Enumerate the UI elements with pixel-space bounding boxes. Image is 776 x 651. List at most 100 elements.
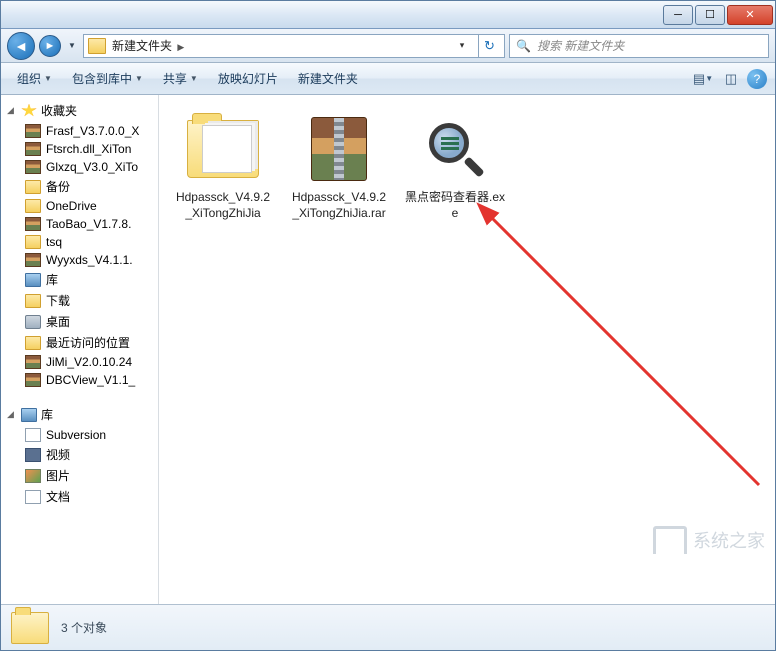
library-icon — [21, 408, 37, 422]
sidebar-item-label: 库 — [46, 271, 58, 288]
folder-icon — [25, 199, 41, 213]
lib-icon — [25, 273, 41, 287]
doc-icon — [25, 428, 41, 442]
folder-icon — [187, 120, 259, 178]
forward-button[interactable]: ► — [39, 35, 61, 57]
explorer-window: ─ ☐ ✕ ◄ ► ▼ 新建文件夹 ▶ ▾ ↻ 🔍 搜索 新建文件夹 组织 ▼ … — [0, 0, 776, 651]
view-options-button[interactable]: ▤ ▼ — [691, 67, 715, 91]
explorer-body: ◢ 收藏夹 Frasf_V3.7.0.0_X Ftsrch.dll_XiTon Gl… — [1, 95, 775, 604]
slideshow-button[interactable]: 放映幻灯片 — [210, 66, 286, 91]
sidebar-item-label: 下载 — [46, 292, 70, 309]
file-list[interactable]: Hdpassck_V4.9.2_XiTongZhiJia Hdpassck_V4.… — [159, 95, 775, 604]
status-text: 3 个对象 — [61, 619, 107, 636]
search-icon: 🔍 — [516, 39, 531, 53]
archive-icon — [311, 117, 367, 181]
back-button[interactable]: ◄ — [7, 32, 35, 60]
organize-menu[interactable]: 组织 ▼ — [9, 66, 60, 91]
file-label: Hdpassck_V4.9.2_XiTongZhiJia — [173, 189, 273, 221]
sidebar-item[interactable]: 文档 — [1, 486, 158, 507]
rar-icon — [25, 355, 41, 369]
doc-icon — [25, 490, 41, 504]
sidebar-item[interactable]: 图片 — [1, 465, 158, 486]
file-item[interactable]: Hdpassck_V4.9.2_XiTongZhiJia.rar — [285, 107, 393, 227]
address-path: 新建文件夹 ▶ — [112, 37, 448, 54]
sidebar-item[interactable]: Glxzq_V3.0_XiTo — [1, 158, 158, 176]
sidebar-item[interactable]: Ftsrch.dll_XiTon — [1, 140, 158, 158]
sidebar-item[interactable]: OneDrive — [1, 197, 158, 215]
sidebar-item-label: Glxzq_V3.0_XiTo — [46, 160, 138, 174]
sidebar-item[interactable]: tsq — [1, 233, 158, 251]
close-button[interactable]: ✕ — [727, 5, 773, 25]
sidebar-item-label: Wyyxds_V4.1.1. — [46, 253, 133, 267]
sidebar-item-label: 最近访问的位置 — [46, 334, 130, 351]
sidebar-item[interactable]: 视频 — [1, 444, 158, 465]
folder-icon — [25, 294, 41, 308]
preview-pane-button[interactable]: ◫ — [719, 67, 743, 91]
rar-icon — [25, 253, 41, 267]
sidebar-item-label: 备份 — [46, 178, 70, 195]
address-bar[interactable]: 新建文件夹 ▶ ▾ ↻ — [83, 34, 505, 58]
refresh-button[interactable]: ↻ — [478, 35, 500, 57]
annotation-arrow — [459, 185, 775, 505]
sidebar-item[interactable]: DBCView_V1.1_ — [1, 371, 158, 389]
folder-icon — [25, 180, 41, 194]
new-folder-button[interactable]: 新建文件夹 — [290, 66, 366, 91]
sidebar-item[interactable]: 下载 — [1, 290, 158, 311]
libraries-label: 库 — [41, 406, 53, 423]
minimize-button[interactable]: ─ — [663, 5, 693, 25]
sidebar-item-label: Ftsrch.dll_XiTon — [46, 142, 131, 156]
window-controls: ─ ☐ ✕ — [661, 5, 773, 25]
sidebar-item-label: Subversion — [46, 428, 106, 442]
sidebar-item[interactable]: Wyyxds_V4.1.1. — [1, 251, 158, 269]
sidebar-item[interactable]: TaoBao_V1.7.8. — [1, 215, 158, 233]
sidebar-item[interactable]: JiMi_V2.0.10.24 — [1, 353, 158, 371]
address-dropdown[interactable]: ▾ — [454, 40, 470, 51]
favorites-group[interactable]: ◢ 收藏夹 — [1, 99, 158, 122]
sidebar-item[interactable]: Subversion — [1, 426, 158, 444]
collapse-icon: ◢ — [7, 105, 17, 116]
sidebar-item[interactable]: 库 — [1, 269, 158, 290]
folder-icon — [25, 235, 41, 249]
rar-icon — [25, 217, 41, 231]
rar-icon — [25, 142, 41, 156]
file-item[interactable]: Hdpassck_V4.9.2_XiTongZhiJia — [169, 107, 277, 227]
folder-icon — [25, 336, 41, 350]
navigation-pane[interactable]: ◢ 收藏夹 Frasf_V3.7.0.0_X Ftsrch.dll_XiTon Gl… — [1, 95, 159, 604]
search-placeholder: 搜索 新建文件夹 — [537, 37, 624, 54]
sidebar-item-label: tsq — [46, 235, 62, 249]
share-menu[interactable]: 共享 ▼ — [155, 66, 206, 91]
libraries-group[interactable]: ◢ 库 — [1, 403, 158, 426]
sidebar-item[interactable]: Frasf_V3.7.0.0_X — [1, 122, 158, 140]
titlebar[interactable]: ─ ☐ ✕ — [1, 1, 775, 29]
favorites-label: 收藏夹 — [41, 102, 77, 119]
search-box[interactable]: 🔍 搜索 新建文件夹 — [509, 34, 769, 58]
sidebar-item-label: DBCView_V1.1_ — [46, 373, 135, 387]
sidebar-item[interactable]: 最近访问的位置 — [1, 332, 158, 353]
sidebar-item-label: OneDrive — [46, 199, 97, 213]
disk-icon — [25, 315, 41, 329]
sidebar-item-label: 桌面 — [46, 313, 70, 330]
file-item[interactable]: 黑点密码查看器.exe — [401, 107, 509, 227]
collapse-icon: ◢ — [7, 409, 17, 420]
include-library-menu[interactable]: 包含到库中 ▼ — [64, 66, 151, 91]
sidebar-item-label: 图片 — [46, 467, 70, 484]
history-dropdown[interactable]: ▼ — [65, 36, 79, 56]
star-icon — [21, 104, 37, 118]
sidebar-item[interactable]: 桌面 — [1, 311, 158, 332]
sidebar-item-label: TaoBao_V1.7.8. — [46, 217, 131, 231]
sidebar-item-label: JiMi_V2.0.10.24 — [46, 355, 132, 369]
rar-icon — [25, 373, 41, 387]
maximize-button[interactable]: ☐ — [695, 5, 725, 25]
rar-icon — [25, 124, 41, 138]
sidebar-item[interactable]: 备份 — [1, 176, 158, 197]
sidebar-item-label: 文档 — [46, 488, 70, 505]
watermark: 系统之家 — [653, 526, 765, 554]
toolbar: 组织 ▼ 包含到库中 ▼ 共享 ▼ 放映幻灯片 新建文件夹 ▤ ▼ ◫ ? — [1, 63, 775, 95]
sidebar-item-label: Frasf_V3.7.0.0_X — [46, 124, 139, 138]
vid-icon — [25, 448, 41, 462]
file-label: Hdpassck_V4.9.2_XiTongZhiJia.rar — [289, 189, 389, 221]
help-button[interactable]: ? — [747, 69, 767, 89]
folder-icon — [88, 38, 106, 54]
nav-bar: ◄ ► ▼ 新建文件夹 ▶ ▾ ↻ 🔍 搜索 新建文件夹 — [1, 29, 775, 63]
file-label: 黑点密码查看器.exe — [405, 189, 505, 221]
